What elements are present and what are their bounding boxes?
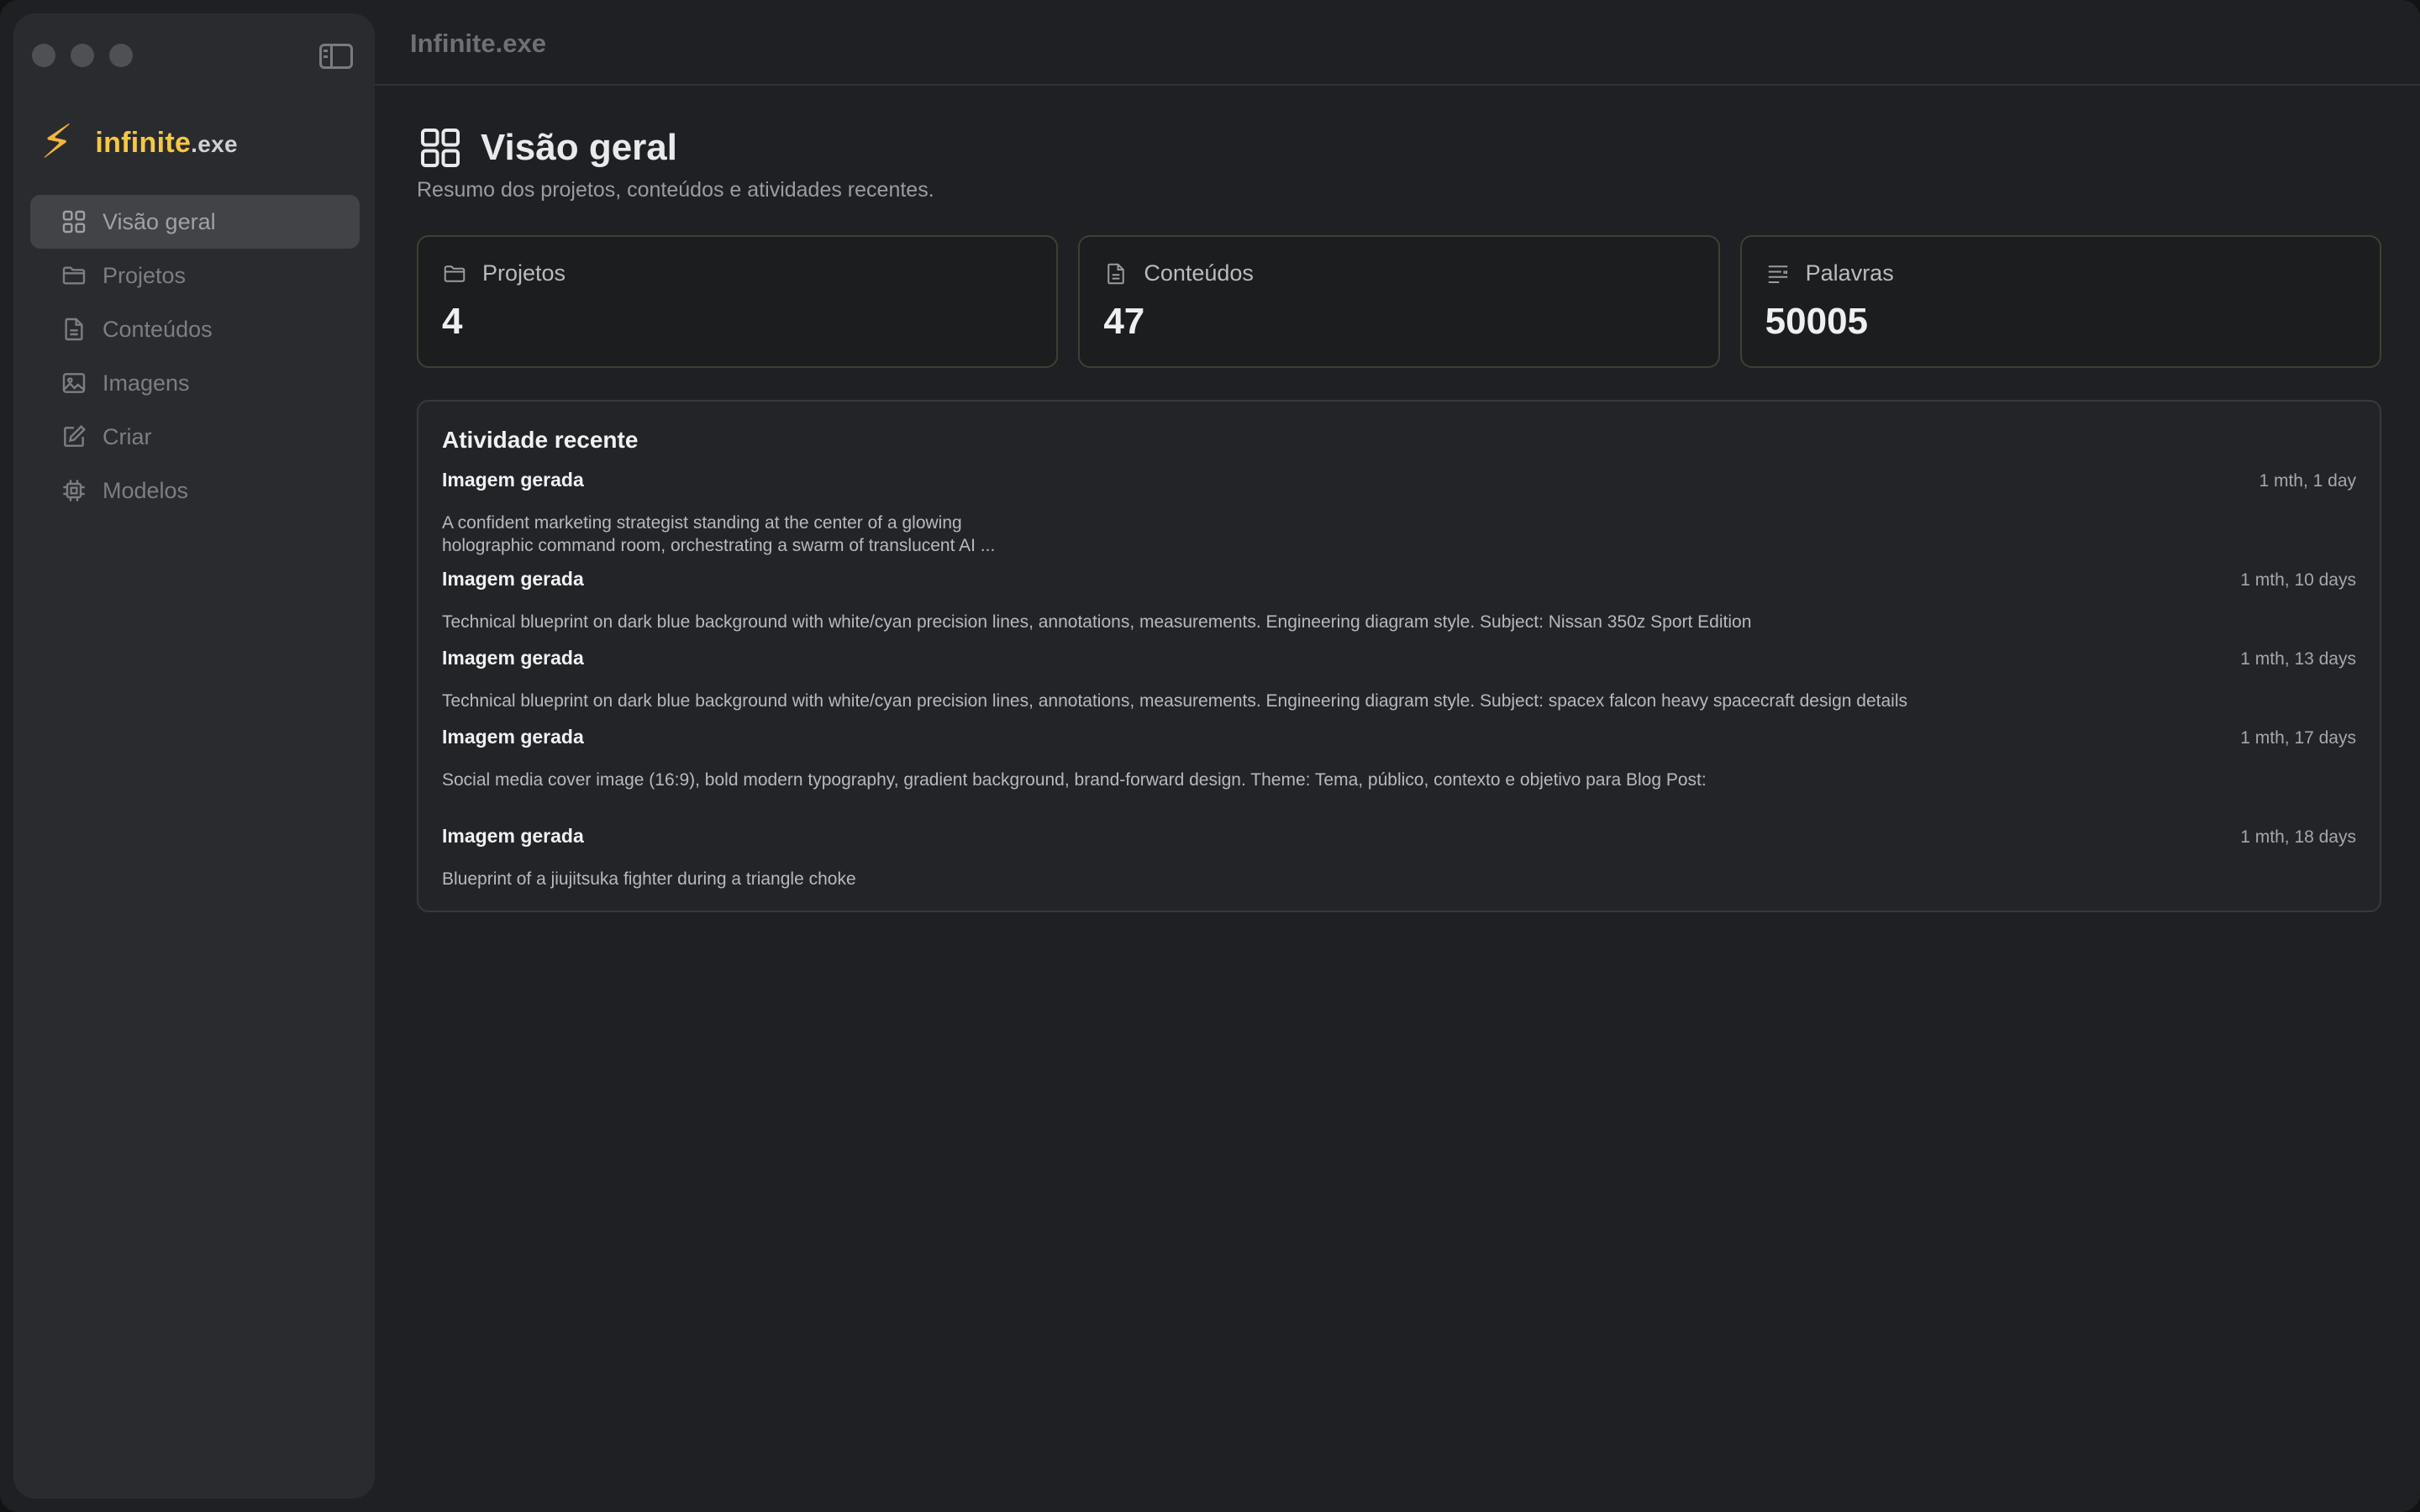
activity-time: 1 mth, 18 days xyxy=(2240,827,2356,847)
activity-description-line: Blueprint of a jiujitsuka fighter during… xyxy=(442,869,856,889)
sidebar-nav: Visão geral Projetos Conteúdos Imagens C… xyxy=(30,195,360,517)
chip-icon xyxy=(63,480,85,501)
activity-description-line: holographic command room, orchestrating … xyxy=(442,536,996,555)
window-title: Infinite.exe xyxy=(410,29,546,58)
stat-value: 4 xyxy=(442,301,463,342)
sidebar-item-projetos[interactable]: Projetos xyxy=(30,249,360,302)
folder-icon xyxy=(444,265,466,282)
activity-type: Imagem gerada xyxy=(442,568,584,590)
lightning-icon: ⚡ xyxy=(40,115,74,170)
stat-label-text: Conteúdos xyxy=(1144,260,1254,286)
brand-logo: ⚡ infinite.exe xyxy=(40,119,238,166)
activity-description-line: A confident marketing strategist standin… xyxy=(442,513,962,533)
activity-item[interactable]: Imagem gerada 1 mth, 10 days Technical b… xyxy=(442,568,2356,633)
top-bar: Infinite.exe xyxy=(375,0,2420,86)
sidebar-toggle-icon[interactable] xyxy=(319,44,353,69)
activity-type: Imagem gerada xyxy=(442,726,584,748)
activity-time: 1 mth, 1 day xyxy=(2259,471,2356,491)
stat-label: Palavras xyxy=(1765,260,1894,286)
activity-description: Blueprint of a jiujitsuka fighter during… xyxy=(442,868,2356,890)
stat-label-text: Projetos xyxy=(482,260,566,286)
activity-description: A confident marketing strategist standin… xyxy=(442,512,2356,557)
activity-time: 1 mth, 13 days xyxy=(2240,649,2356,669)
activity-time: 1 mth, 10 days xyxy=(2240,570,2356,590)
grid-icon xyxy=(62,210,86,234)
stat-card-palavras[interactable]: Palavras 50005 xyxy=(1739,235,2381,368)
document-icon xyxy=(65,318,83,341)
stat-label-text: Palavras xyxy=(1805,260,1894,286)
sidebar-item-criar[interactable]: Criar xyxy=(30,410,360,464)
sidebar-item-imagens[interactable]: Imagens xyxy=(30,356,360,410)
sidebar-item-label: Criar xyxy=(103,423,152,449)
app-window: ⚡ infinite.exe Visão geral Projetos Cont… xyxy=(0,0,2420,1512)
sidebar-item-visao-geral[interactable]: Visão geral xyxy=(30,195,360,249)
page-title: Visão geral xyxy=(481,127,677,168)
sidebar: ⚡ infinite.exe Visão geral Projetos Cont… xyxy=(13,13,375,1499)
activity-time: 1 mth, 17 days xyxy=(2240,728,2356,748)
document-icon xyxy=(1107,263,1125,284)
activity-description-line: Technical blueprint on dark blue backgro… xyxy=(442,691,1907,711)
sidebar-item-modelos[interactable]: Modelos xyxy=(30,464,360,517)
activity-description: Technical blueprint on dark blue backgro… xyxy=(442,611,2356,633)
activity-item[interactable]: Imagem gerada 1 mth, 13 days Technical b… xyxy=(442,647,2356,712)
activity-type: Imagem gerada xyxy=(442,647,584,669)
text-lines-icon xyxy=(1768,265,1787,283)
activity-description: Social media cover image (16:9), bold mo… xyxy=(442,769,2356,791)
sidebar-item-conteudos[interactable]: Conteúdos xyxy=(30,302,360,356)
page-subtitle: Resumo dos projetos, conteúdos e ativida… xyxy=(417,178,934,202)
activity-item[interactable]: Imagem gerada 1 mth, 18 days Blueprint o… xyxy=(442,825,2356,890)
activity-type: Imagem gerada xyxy=(442,825,584,847)
zoom-window-button[interactable] xyxy=(109,44,133,67)
grid-icon xyxy=(421,129,460,167)
edit-icon xyxy=(64,425,86,447)
folder-icon xyxy=(62,266,86,285)
sidebar-item-label: Projetos xyxy=(103,262,187,288)
sidebar-item-label: Modelos xyxy=(103,477,189,503)
stat-card-conteudos[interactable]: Conteúdos 47 xyxy=(1078,235,1720,368)
sidebar-item-label: Conteúdos xyxy=(103,316,213,342)
activity-description: Technical blueprint on dark blue backgro… xyxy=(442,690,2356,712)
activity-description-line: Technical blueprint on dark blue backgro… xyxy=(442,612,1752,632)
minimize-window-button[interactable] xyxy=(71,44,94,67)
activity-item[interactable]: Imagem gerada 1 mth, 1 day A confident m… xyxy=(442,469,2356,557)
close-window-button[interactable] xyxy=(32,44,55,67)
stat-card-projetos[interactable]: Projetos 4 xyxy=(417,235,1059,368)
image-icon xyxy=(62,373,86,393)
brand-name: infinite.exe xyxy=(95,126,238,159)
stat-label: Conteúdos xyxy=(1103,260,1254,286)
stat-value: 50005 xyxy=(1765,301,1869,342)
activity-type: Imagem gerada xyxy=(442,469,584,491)
window-controls xyxy=(32,44,133,67)
stat-value: 47 xyxy=(1103,301,1145,342)
activity-item[interactable]: Imagem gerada 1 mth, 17 days Social medi… xyxy=(442,726,2356,791)
page-header: Visão geral xyxy=(417,124,677,171)
stats-cards: Projetos 4 Conteúdos 47 Palavras 50005 xyxy=(417,235,2381,368)
activity-description-line: Social media cover image (16:9), bold mo… xyxy=(442,770,1707,790)
stat-label: Projetos xyxy=(442,260,566,286)
activity-title: Atividade recente xyxy=(442,427,639,453)
sidebar-item-label: Imagens xyxy=(103,370,190,396)
sidebar-item-label: Visão geral xyxy=(103,208,216,234)
recent-activity-panel: Atividade recente Imagem gerada 1 mth, 1… xyxy=(417,400,2381,912)
